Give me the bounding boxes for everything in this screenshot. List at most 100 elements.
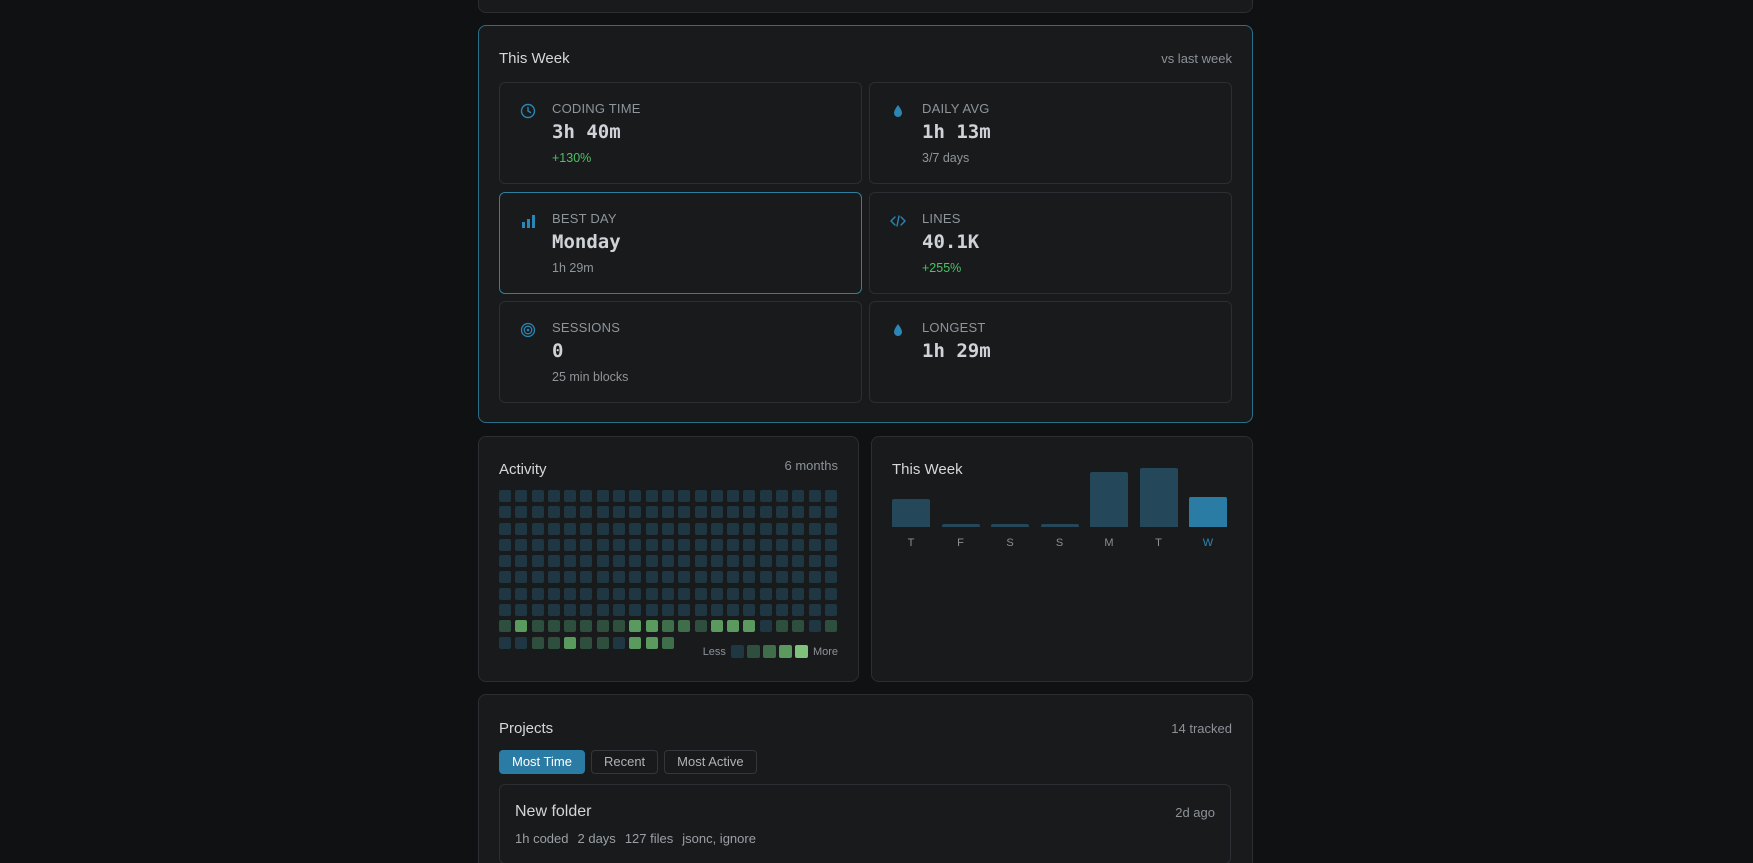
stat-sub: 1h 29m xyxy=(552,261,594,275)
heatmap-cell xyxy=(824,555,837,568)
heatmap-cell xyxy=(661,538,674,551)
heatmap-cell xyxy=(499,538,511,551)
project-meta: 1h coded 2 days 127 files jsonc, ignore xyxy=(515,831,756,846)
heatmap-cell xyxy=(792,620,805,633)
heatmap-cell xyxy=(743,587,756,600)
heatmap-cell xyxy=(629,538,642,551)
heatmap-cell xyxy=(694,522,707,535)
heatmap-cell xyxy=(792,506,805,519)
heatmap-cell xyxy=(808,506,821,519)
heatmap-cell xyxy=(613,604,626,617)
heatmap-cell xyxy=(580,587,593,600)
heatmap-cell xyxy=(678,555,691,568)
heatmap-cell xyxy=(580,538,593,551)
heatmap-cell xyxy=(564,490,577,502)
heatmap-cell xyxy=(727,555,740,568)
heatmap-cell xyxy=(776,522,789,535)
heatmap-cell xyxy=(629,490,642,502)
stat-value: 1h 29m xyxy=(922,340,991,362)
week-chart-card: This Week TFSSMTW xyxy=(871,436,1253,682)
heatmap-cell xyxy=(808,555,821,568)
heatmap-cell xyxy=(727,506,740,519)
projects-count: 14 tracked xyxy=(1171,721,1232,736)
heatmap-cell xyxy=(710,620,723,633)
activity-card: Activity 6 months Less More xyxy=(478,436,859,682)
heatmap-cell xyxy=(564,555,577,568)
heatmap-cell xyxy=(547,490,560,502)
heatmap-cell xyxy=(759,620,772,633)
heatmap-cell xyxy=(694,538,707,551)
activity-title: Activity xyxy=(499,461,547,478)
heatmap-cell xyxy=(678,587,691,600)
stat-change: +255% xyxy=(922,261,962,275)
heatmap-cell xyxy=(596,571,609,584)
heatmap-cell xyxy=(564,620,577,633)
heatmap-cell xyxy=(743,571,756,584)
heatmap-cell xyxy=(776,506,789,519)
heatmap-cell xyxy=(580,571,593,584)
day-label: T xyxy=(907,537,915,549)
heatmap-cell xyxy=(613,587,626,600)
heatmap-cell xyxy=(710,538,723,551)
stat-value: Monday xyxy=(552,231,621,253)
heatmap-cell xyxy=(727,620,740,633)
heatmap-cell xyxy=(710,571,723,584)
heatmap-cell xyxy=(678,571,691,584)
bar-0 xyxy=(892,499,930,527)
heatmap-cell xyxy=(792,490,805,502)
heatmap-cell xyxy=(580,506,593,519)
tab-most-time[interactable]: Most Time xyxy=(499,750,585,774)
heatmap-cell xyxy=(629,522,642,535)
heatmap-cell xyxy=(515,620,528,633)
heatmap-cell xyxy=(678,620,691,633)
heatmap-cell xyxy=(515,555,528,568)
heatmap-cell xyxy=(661,604,674,617)
tab-recent[interactable]: Recent xyxy=(590,750,659,774)
comparison-label: vs last week xyxy=(1161,51,1232,66)
heatmap-cell xyxy=(645,620,658,633)
day-label: W xyxy=(1202,537,1214,549)
heatmap-cell xyxy=(499,571,511,584)
projects-sort-tabs: Most Time Recent Most Active xyxy=(499,750,757,774)
heatmap-cell xyxy=(694,571,707,584)
this-week-card: This Week vs last week CODING TIME 3h 40… xyxy=(478,25,1253,423)
heatmap-cell xyxy=(824,538,837,551)
heatmap-cell xyxy=(710,522,723,535)
heatmap-cell xyxy=(694,490,707,502)
heatmap-cell xyxy=(596,620,609,633)
heatmap-cell xyxy=(547,636,560,649)
heatmap-cell xyxy=(645,604,658,617)
clock-icon xyxy=(519,102,537,120)
heatmap-cell xyxy=(759,490,772,502)
heatmap-cell xyxy=(743,555,756,568)
project-item[interactable]: New folder 2d ago 1h coded 2 days 127 fi… xyxy=(499,784,1231,863)
previous-card xyxy=(478,0,1253,13)
bar-1 xyxy=(941,524,980,527)
heatmap-cell xyxy=(499,587,511,600)
heatmap-cell xyxy=(661,636,674,649)
heatmap-cell xyxy=(776,620,789,633)
bar-5 xyxy=(1139,468,1178,527)
droplet-icon xyxy=(889,321,907,339)
heatmap-cell xyxy=(596,490,609,502)
heatmap-cell xyxy=(613,571,626,584)
heatmap-cell xyxy=(629,506,642,519)
heatmap-cell xyxy=(678,604,691,617)
legend-swatch xyxy=(730,645,744,658)
legend-swatch xyxy=(746,645,760,658)
heatmap-legend: Less More xyxy=(703,645,838,658)
stat-label: SESSIONS xyxy=(552,320,621,335)
heatmap-cell xyxy=(531,604,544,617)
heatmap-cell xyxy=(596,538,609,551)
heatmap-cell xyxy=(499,490,511,502)
heatmap-cell xyxy=(547,620,560,633)
day-label: S xyxy=(1006,537,1014,549)
heatmap-cell xyxy=(710,490,723,502)
tab-most-active[interactable]: Most Active xyxy=(664,750,757,774)
heatmap-cell xyxy=(613,506,626,519)
heatmap-cell xyxy=(727,538,740,551)
bar-2 xyxy=(991,524,1029,527)
heatmap-cell xyxy=(661,490,674,502)
heatmap-cell xyxy=(824,571,837,584)
heatmap-cell xyxy=(694,587,707,600)
